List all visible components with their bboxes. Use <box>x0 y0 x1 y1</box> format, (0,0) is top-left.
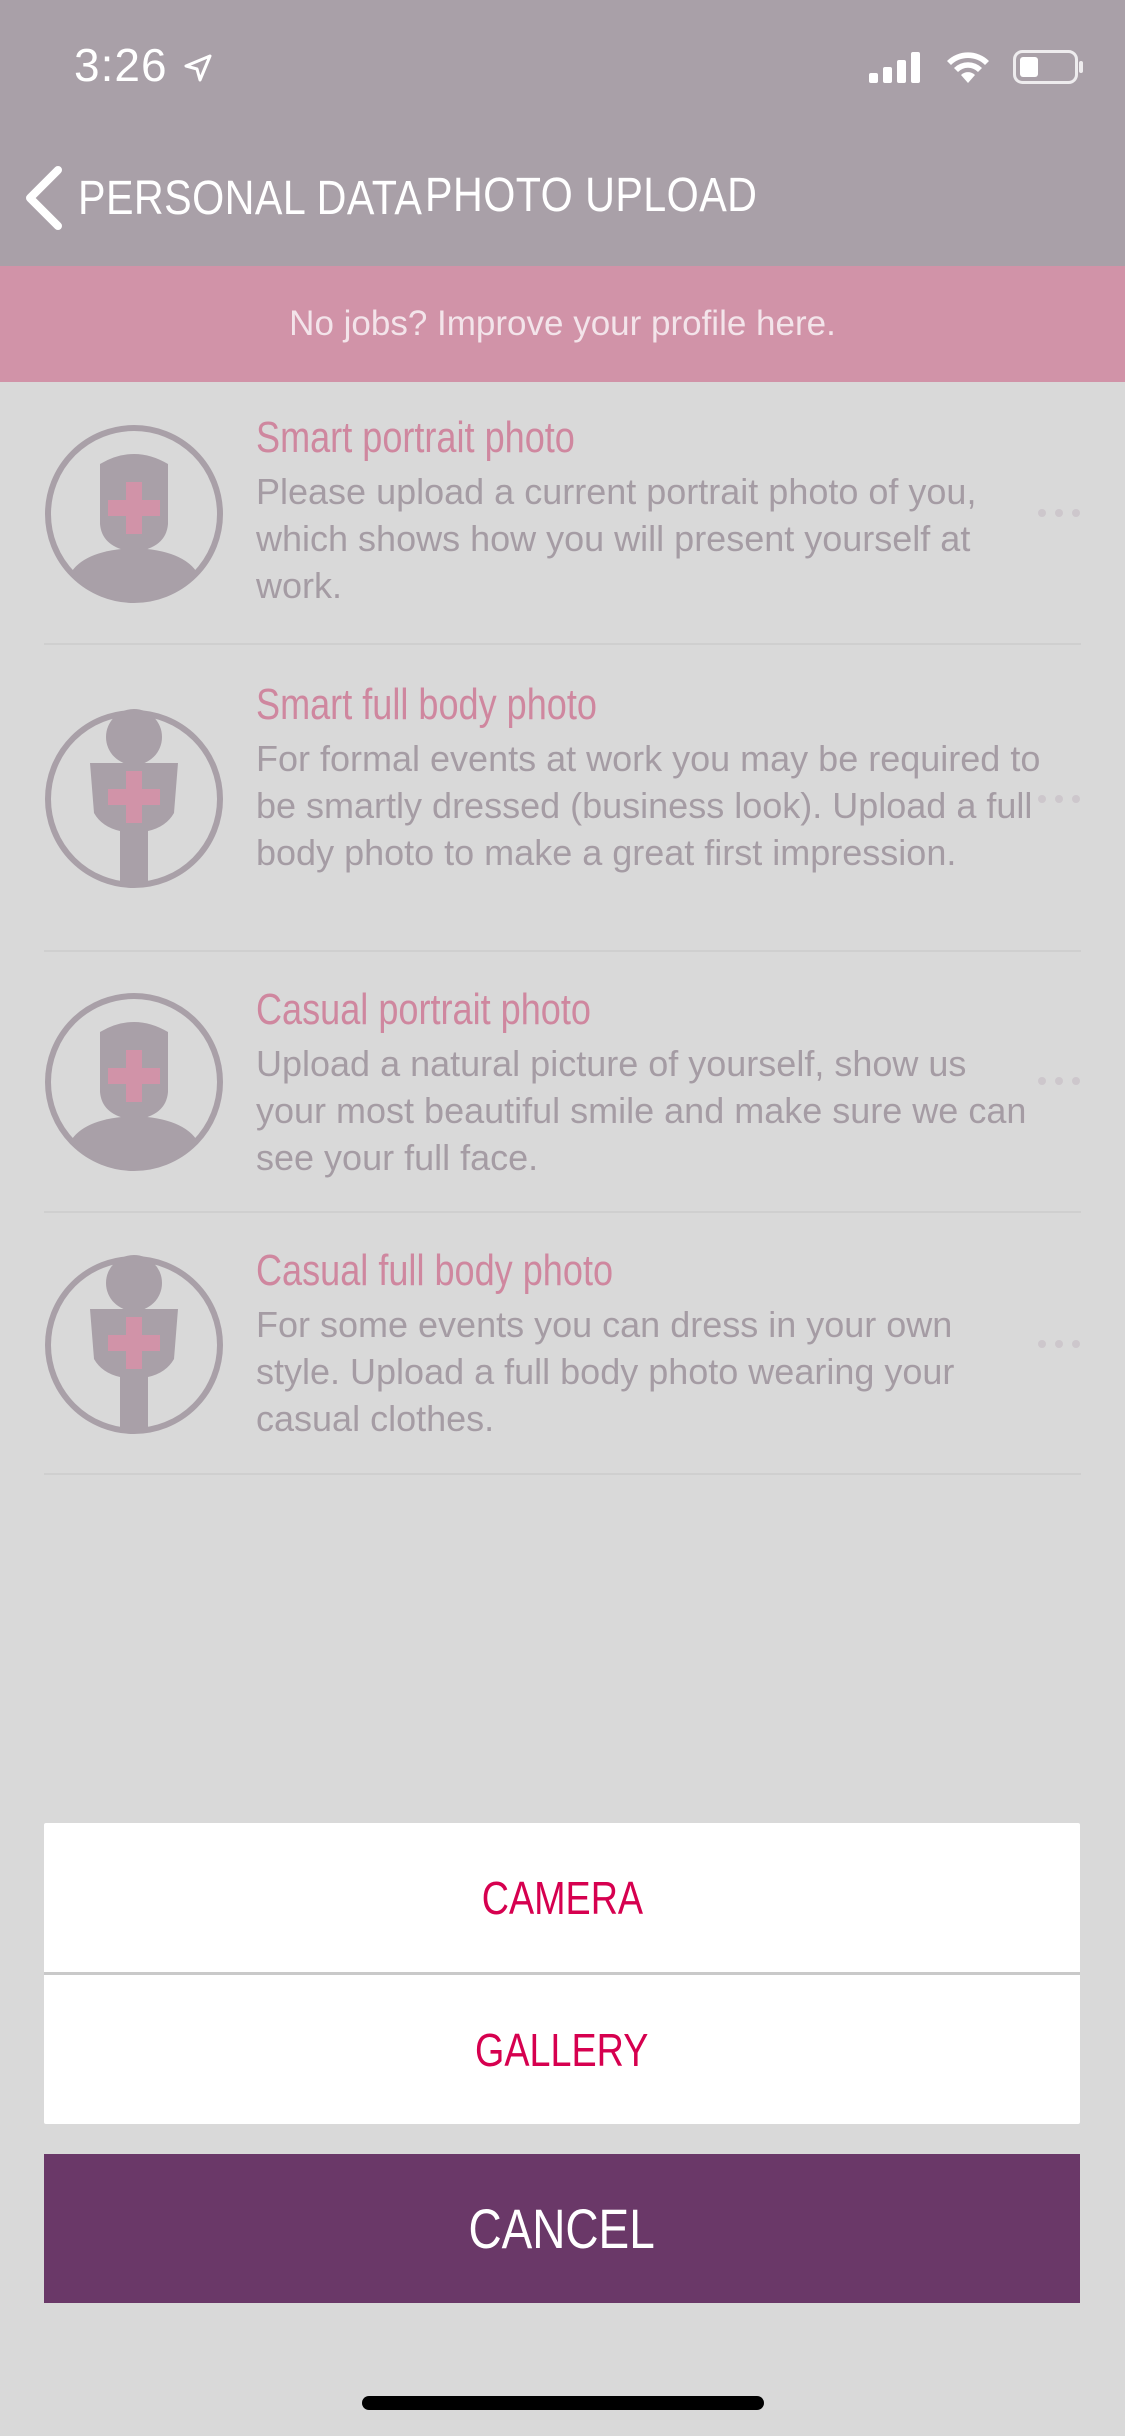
gallery-button[interactable]: GALLERY <box>44 1975 1080 2124</box>
photo-description: For formal events at work you may be req… <box>256 738 1041 873</box>
more-options-icon[interactable] <box>1037 1076 1081 1086</box>
page-title: PHOTO UPLOAD <box>425 169 758 222</box>
navigation-header: 3:26 PERSONAL DATA PHOTO UPLOAD <box>0 0 1125 266</box>
photo-item-smart-portrait[interactable]: Smart portrait photo Please upload a cur… <box>44 382 1081 645</box>
photo-list: Smart portrait photo Please upload a cur… <box>44 382 1081 1475</box>
back-button-label: PERSONAL DATA <box>78 171 423 225</box>
photo-description: Please upload a current portrait photo o… <box>256 471 977 606</box>
camera-button[interactable]: CAMERA <box>44 1823 1080 1972</box>
location-arrow-icon <box>184 54 212 82</box>
more-options-icon[interactable] <box>1037 1339 1081 1349</box>
photo-title: Smart full body photo <box>256 680 597 729</box>
full-body-add-icon[interactable] <box>44 709 224 889</box>
photo-title: Casual full body photo <box>256 1246 614 1295</box>
photo-description: Upload a natural picture of yourself, sh… <box>256 1043 1027 1178</box>
photo-source-action-sheet: CAMERA GALLERY <box>44 1823 1080 2124</box>
signal-icon <box>869 52 920 83</box>
more-options-icon[interactable] <box>1037 508 1081 518</box>
portrait-add-icon[interactable] <box>44 992 224 1172</box>
photo-item-casual-full-body[interactable]: Casual full body photo For some events y… <box>44 1213 1081 1475</box>
more-options-icon[interactable] <box>1037 794 1081 804</box>
status-icons <box>869 50 1085 84</box>
home-indicator[interactable] <box>362 2396 764 2410</box>
full-body-add-icon[interactable] <box>44 1255 224 1435</box>
battery-icon <box>1013 50 1083 84</box>
photo-description: For some events you can dress in your ow… <box>256 1304 955 1439</box>
back-button[interactable]: PERSONAL DATA <box>24 166 478 230</box>
camera-button-label: CAMERA <box>481 1871 643 1924</box>
improve-profile-banner[interactable]: No jobs? Improve your profile here. <box>0 266 1125 382</box>
cancel-button[interactable]: CANCEL <box>44 2154 1080 2303</box>
photo-title: Casual portrait photo <box>256 985 591 1034</box>
gallery-button-label: GALLERY <box>475 2023 649 2076</box>
wifi-icon <box>947 52 989 83</box>
photo-title: Smart portrait photo <box>256 413 575 462</box>
photo-item-smart-full-body[interactable]: Smart full body photo For formal events … <box>44 645 1081 952</box>
photo-item-casual-portrait[interactable]: Casual portrait photo Upload a natural p… <box>44 952 1081 1213</box>
portrait-add-icon[interactable] <box>44 424 224 604</box>
status-time: 3:26 <box>74 39 168 91</box>
cancel-button-label: CANCEL <box>468 2197 656 2260</box>
chevron-left-icon <box>26 166 62 230</box>
